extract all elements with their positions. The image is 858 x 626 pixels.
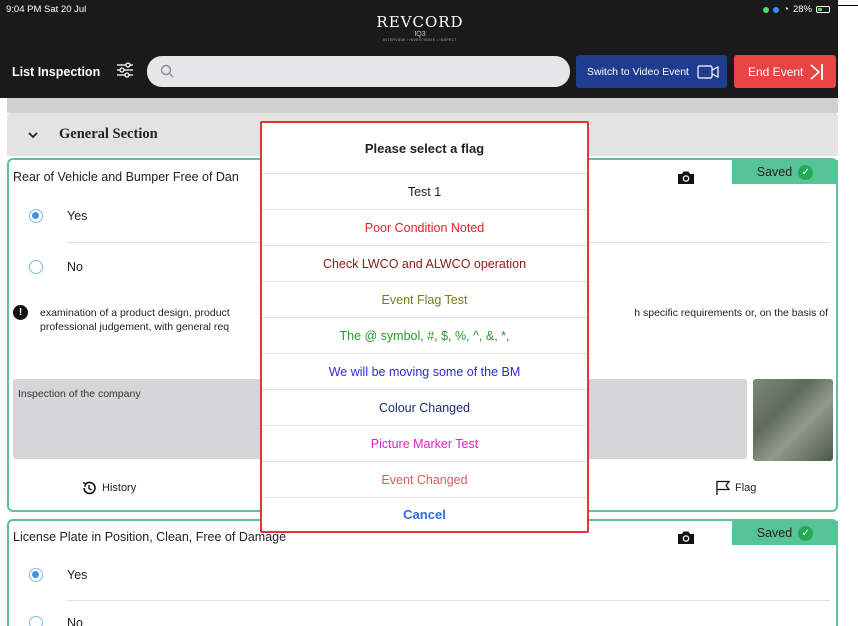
status-dot-icon — [763, 6, 770, 13]
search-input[interactable] — [147, 56, 570, 87]
info-icon: ! — [13, 305, 28, 320]
history-label: History — [102, 482, 137, 494]
end-event-button[interactable]: End Event — [734, 55, 836, 88]
description-line-right: h specific requirements or, on the basis… — [634, 307, 828, 319]
flag-option[interactable]: The @ symbol, #, $, %, ^, &, *, — [262, 317, 587, 353]
list-inspection-title[interactable]: List Inspection — [12, 65, 100, 79]
battery-icon — [816, 6, 830, 13]
flag-option[interactable]: We will be moving some of the BM — [262, 353, 587, 389]
option-label: No — [67, 616, 83, 626]
flag-select-dialog: Please select a flag Test 1 Poor Conditi… — [260, 121, 589, 533]
flag-option[interactable]: Picture Marker Test — [262, 425, 587, 461]
camera-icon[interactable] — [677, 530, 695, 545]
flag-icon — [716, 480, 731, 495]
status-indicators: ◔ 28% — [763, 4, 830, 15]
description-line-left: examination of a product design, product — [40, 307, 230, 319]
question-card: License Plate in Position, Clean, Free o… — [7, 519, 838, 626]
switch-to-video-event-button[interactable]: Switch to Video Event — [576, 55, 727, 88]
radio-selected-icon[interactable] — [29, 209, 43, 223]
video-button-label: Switch to Video Event — [587, 65, 689, 78]
option-yes[interactable]: Yes — [29, 568, 87, 582]
logo-sub: IQ3 — [414, 31, 426, 38]
end-button-label: End Event — [748, 64, 804, 79]
radio-icon[interactable] — [29, 260, 43, 274]
question-title: License Plate in Position, Clean, Free o… — [13, 530, 287, 544]
saved-label: Saved — [756, 165, 793, 179]
saved-label: Saved — [756, 526, 793, 540]
section-title: General Section — [59, 126, 158, 142]
option-no[interactable]: No — [29, 616, 83, 626]
option-label: No — [67, 260, 83, 274]
radio-icon[interactable] — [29, 616, 43, 626]
chevron-down-icon — [28, 132, 38, 139]
divider — [67, 600, 830, 601]
camera-icon[interactable] — [677, 170, 695, 185]
logo-tagline: INTERVIEW • INVESTIGATE • INSPECT — [383, 38, 457, 42]
saved-badge: Saved ✓ — [732, 521, 838, 545]
option-yes[interactable]: Yes — [29, 209, 87, 223]
exit-arrow-icon — [810, 63, 824, 80]
video-camera-icon — [697, 64, 719, 79]
flag-option[interactable]: Check LWCO and ALWCO operation — [262, 245, 587, 281]
notes-text: Inspection of the company — [18, 388, 141, 400]
edge-divider — [838, 5, 858, 6]
option-label: Yes — [67, 568, 88, 582]
check-icon: ✓ — [798, 164, 814, 180]
history-button[interactable]: History — [81, 480, 136, 496]
battery-percent: 28% — [792, 4, 812, 15]
spacer-band — [7, 98, 838, 113]
saved-badge: Saved ✓ — [732, 160, 838, 184]
dialog-title: Please select a flag — [364, 140, 485, 156]
history-icon — [82, 481, 96, 495]
revcord-logo: REVCORD IQ3 INTERVIEW • INVESTIGATE • IN… — [370, 13, 470, 42]
option-no[interactable]: No — [29, 260, 83, 274]
logo-name: REVCORD — [376, 13, 464, 31]
status-time: 9:04 PM Sat 20 Jul — [6, 4, 87, 15]
radio-selected-icon[interactable] — [29, 568, 43, 582]
filter-sliders-icon[interactable] — [116, 61, 134, 79]
flag-button[interactable]: Flag — [715, 480, 756, 496]
flag-option[interactable]: Event Flag Test — [262, 281, 587, 317]
cancel-button[interactable]: Cancel — [262, 497, 587, 531]
flag-option[interactable]: Poor Condition Noted — [262, 209, 587, 245]
question-title: Rear of Vehicle and Bumper Free of Dan — [13, 170, 239, 184]
check-icon: ✓ — [798, 525, 814, 541]
flag-option[interactable]: Colour Changed — [262, 389, 587, 425]
flag-option[interactable]: Event Changed — [262, 461, 587, 497]
flag-label: Flag — [735, 482, 757, 494]
wifi-icon: ◔ — [783, 4, 789, 15]
flag-option[interactable]: Test 1 — [262, 173, 587, 209]
search-icon — [160, 64, 174, 78]
option-label: Yes — [67, 209, 88, 223]
attached-photo-thumbnail[interactable] — [753, 379, 833, 461]
location-icon — [773, 6, 780, 13]
top-bar: 9:04 PM Sat 20 Jul ◔ 28% REVCORD IQ3 INT… — [0, 0, 838, 98]
